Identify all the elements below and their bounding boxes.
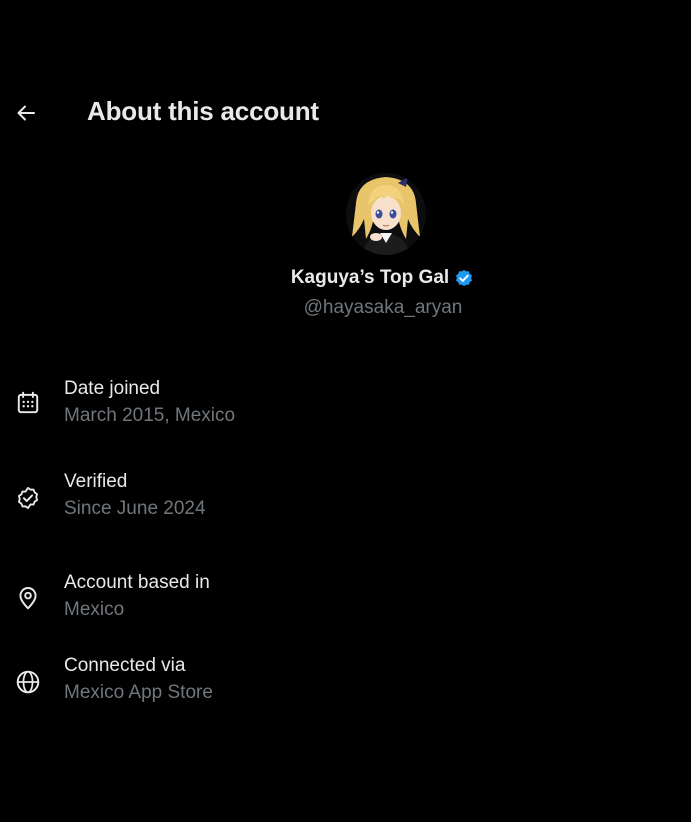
calendar-icon <box>14 389 42 417</box>
detail-label: Account based in <box>64 572 210 593</box>
detail-row-connected-via: Connected via Mexico App Store <box>0 655 691 715</box>
avatar[interactable] <box>346 173 426 255</box>
display-name: Kaguya’s Top Gal <box>290 267 450 288</box>
detail-value: Since June 2024 <box>64 498 206 519</box>
detail-value: Mexico <box>64 599 125 620</box>
detail-row-verified: Verified Since June 2024 <box>0 471 691 531</box>
detail-value: March 2015, Mexico <box>64 405 236 426</box>
detail-value: Mexico App Store <box>64 682 213 703</box>
profile-handle: @hayasaka_aryan <box>303 297 463 318</box>
arrow-left-icon <box>17 105 35 121</box>
detail-label: Connected via <box>64 655 186 676</box>
page-title: About this account <box>87 96 319 126</box>
detail-row-date-joined: Date joined March 2015, Mexico <box>0 378 691 438</box>
display-name-row: Kaguya’s Top Gal <box>283 267 483 289</box>
back-button[interactable] <box>10 97 42 129</box>
page-header: About this account <box>0 88 691 138</box>
verified-badge-icon[interactable] <box>453 267 475 289</box>
detail-label: Date joined <box>64 378 161 399</box>
globe-icon <box>14 668 42 696</box>
detail-row-account-based-in: Account based in Mexico <box>0 572 691 632</box>
verified-check-icon <box>14 484 42 512</box>
detail-label: Verified <box>64 471 128 492</box>
location-pin-icon <box>14 584 42 612</box>
